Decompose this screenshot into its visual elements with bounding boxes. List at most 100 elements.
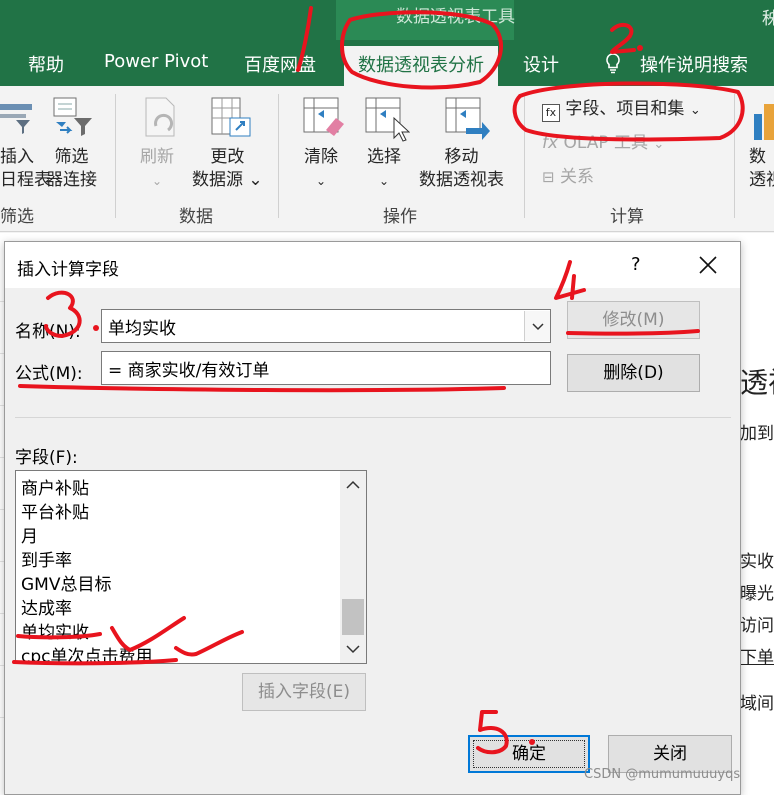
refresh-dropdown-chevron-icon[interactable]: ⌄ [152,170,162,193]
pivotchart-label-2: 透视 [749,170,774,190]
watermark: CSDN @mumumuuuyqs [584,767,741,782]
group-separator [524,94,525,218]
scroll-down-icon[interactable] [344,643,362,655]
pane-instruction: 加到报 [740,424,774,444]
dialog-titlebar: 插入计算字段 ? [5,242,740,288]
context-tab-title: 数据透视表工具 [396,7,515,27]
olap-tools-button[interactable]: fx OLAP 工具 ⌄ [542,128,664,153]
move-pivottable-button[interactable]: 移动 数据透视表 [419,146,504,192]
name-label: 名称(N): [15,322,81,342]
change-source-label-1: 更改 [210,147,245,167]
filter-connections-button[interactable]: 筛选 器连接 [46,146,97,192]
fields-items-sets-icon: fx [542,104,560,122]
list-item[interactable]: 商户补贴 [21,474,89,499]
group-label-calculations: 计算 [610,207,644,227]
fields-listbox[interactable]: 商户补贴 平台补贴 月 到手率 GMV总目标 达成率 单均实收 cpc单次点击费… [15,470,367,664]
help-button[interactable]: ? [631,254,641,275]
tab-design[interactable]: 设计 [523,51,559,77]
filter-connections-label-1: 筛选 [54,147,89,167]
group-label-data: 数据 [179,207,213,227]
scroll-up-icon[interactable] [344,479,362,491]
change-data-source-button[interactable]: 更改 数据源 ⌄ [192,146,263,192]
insert-timeline-icon [0,104,32,134]
move-label-2: 数据透视表 [419,170,504,190]
formula-input[interactable]: = 商家实收/有效订单 [101,351,551,385]
clear-icon [303,97,344,136]
group-label-actions: 操作 [383,207,417,227]
modify-button[interactable]: 修改(M) [567,301,700,339]
tab-pivottable-analyze[interactable]: 数据透视表分析 [344,46,498,86]
insert-calculated-field-dialog: 插入计算字段 ? 名称(N): 单均实收 修改(M) 公式(M): = 商家实收… [4,241,741,795]
pane-field-item[interactable]: 下单量 [740,643,774,668]
insert-timeline-label-1: 插入 [0,147,34,167]
chevron-down-icon [532,323,544,331]
pane-field-item[interactable]: 访问量 [740,611,774,636]
select-button[interactable]: 选择 [367,146,401,169]
relationships-icon: ⊟ [542,168,555,186]
change-data-source-icon [211,97,251,137]
clear-button[interactable]: 清除 [304,146,338,169]
pane-field-item[interactable]: 实收 [740,547,774,572]
fields-items-sets-label: 字段、项目和集 [565,99,685,119]
pivotchart-icon [754,104,774,140]
select-icon [365,97,410,142]
fields-items-sets-chevron-icon: ⌄ [689,103,701,118]
pane-field-item[interactable]: 曝光量 [740,579,774,604]
olap-tools-label: OLAP 工具 [563,133,648,153]
insert-timeline-button[interactable]: 插入 日程表 [0,146,51,192]
group-separator [278,94,279,218]
olap-tools-icon: fx [542,133,559,153]
dialog-divider [15,417,731,418]
name-combobox[interactable]: 单均实收 [101,309,551,343]
list-item[interactable]: 平台补贴 [21,498,89,523]
title-bar: 数据透视表工具 秭 [0,0,774,40]
group-label-filter: 筛选 [0,207,34,227]
fields-scrollbar[interactable] [340,471,366,663]
dialog-title: 插入计算字段 [17,260,119,280]
olap-tools-chevron-icon: ⌄ [653,137,665,152]
formula-label: 公式(M): [15,364,83,384]
pivot-fields-pane: 透视 加到报 实收 曝光量 访问量 下单量 域间 [740,233,774,795]
move-pivottable-icon [445,97,490,140]
clear-dropdown-chevron-icon[interactable]: ⌄ [316,170,326,193]
list-item[interactable]: cpc单次点击费用 [21,642,152,663]
scrollbar-thumb[interactable] [342,599,364,635]
move-label-1: 移动 [444,147,479,167]
list-item[interactable]: GMV总目标 [21,570,111,595]
tell-me-search[interactable]: 操作说明搜索 [640,51,748,77]
list-item[interactable]: 月 [21,522,38,547]
group-separator [734,94,735,218]
tab-power-pivot[interactable]: Power Pivot [104,51,208,72]
group-separator [115,94,116,218]
insert-field-button[interactable]: 插入字段(E) [242,673,366,711]
tab-help[interactable]: 帮助 [28,51,64,77]
name-dropdown-button[interactable] [524,311,550,341]
relationships-button[interactable]: ⊟ 关系 [542,162,594,187]
ribbon-tab-bar: 帮助 Power Pivot 百度网盘 数据透视表分析 设计 操作说明搜索 [0,40,774,86]
fields-items-sets-button[interactable]: fx 字段、项目和集 ⌄ [542,94,701,122]
pane-areas-label: 域间 [740,694,774,714]
refresh-button[interactable]: 刷新 [140,146,174,169]
list-item[interactable]: 单均实收 [21,618,89,643]
window-title-fragment: 秭 [762,9,774,29]
list-item[interactable]: 到手率 [21,546,72,571]
pivotchart-button[interactable]: 数 透视 [749,146,774,192]
change-source-chevron-icon: ⌄ [248,170,263,190]
delete-button[interactable]: 删除(D) [567,354,700,392]
change-source-label-row: 数据源 ⌄ [192,169,263,192]
filter-connections-label-2: 器连接 [46,170,97,190]
fields-label: 字段(F): [15,448,78,468]
insert-timeline-label-2: 日程表 [0,170,51,190]
refresh-icon [145,97,175,137]
select-dropdown-chevron-icon[interactable]: ⌄ [379,170,389,193]
pane-heading: 透视 [740,366,774,399]
filter-connections-icon [53,97,92,136]
tab-baidu-netdisk[interactable]: 百度网盘 [244,51,316,77]
ok-button[interactable]: 确定 [468,735,590,773]
list-item[interactable]: 达成率 [21,594,72,619]
relationships-label: 关系 [559,167,594,187]
change-source-label-2: 数据源 [192,170,243,190]
lightbulb-icon [606,53,620,74]
pivotchart-label-1: 数 [749,147,766,167]
close-icon[interactable] [697,254,719,276]
